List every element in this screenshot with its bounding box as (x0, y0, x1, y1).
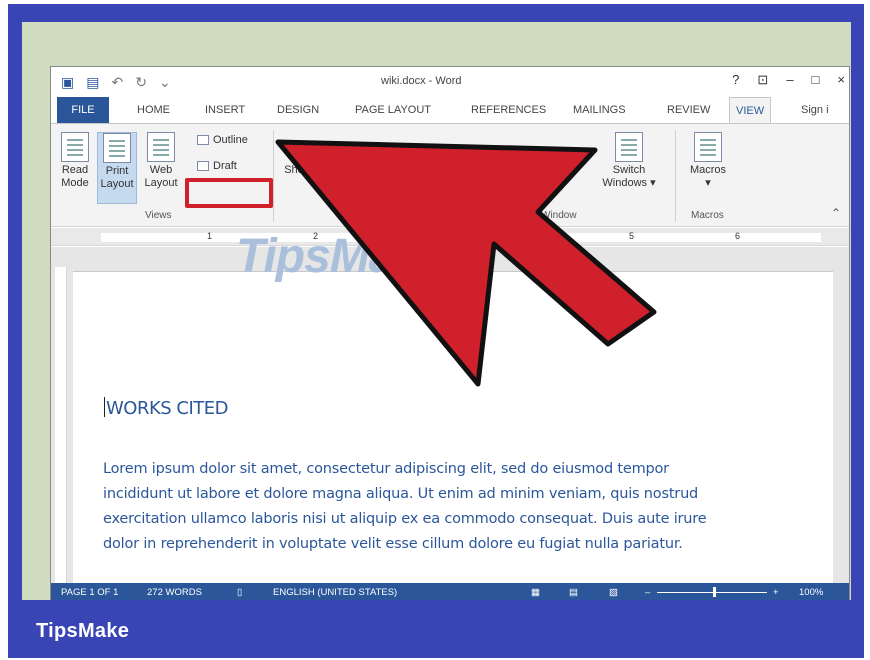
draft-label: Draft (213, 160, 237, 172)
brand-bar (8, 600, 864, 658)
read-mode-label-1: Read (61, 164, 89, 176)
zoom-level[interactable]: 100% (799, 587, 823, 598)
document-body[interactable]: Lorem ipsum dolor sit amet, consectetur … (103, 457, 793, 557)
watermark-domain: .com (552, 283, 581, 298)
tab-page-layout[interactable]: PAGE LAYOUT (349, 97, 437, 123)
outline-label: Outline (213, 134, 248, 146)
web-layout-view-icon[interactable]: ▧ (609, 587, 618, 598)
draft-icon (197, 161, 209, 171)
document-heading[interactable]: WORKS CITED (104, 397, 229, 419)
document-title: wiki.docx - Word (381, 75, 462, 87)
undo-icon[interactable]: ↶ (111, 74, 123, 90)
body-line: Lorem ipsum dolor sit amet, consectetur … (103, 461, 669, 477)
ribbon-display-button[interactable]: ⊡ (757, 72, 768, 88)
word-count[interactable]: 272 WORDS (147, 587, 202, 598)
web-layout-icon (147, 132, 175, 162)
group-divider (675, 130, 676, 222)
macros-dropdown-icon: ▾ (705, 177, 711, 189)
views-group-label: Views (145, 210, 172, 221)
frame-right (851, 4, 864, 604)
zoom-out-icon[interactable]: – (645, 587, 650, 598)
macros-button[interactable]: Macros ▾ (685, 132, 731, 190)
read-mode-icon (61, 132, 89, 162)
language-status[interactable]: ENGLISH (UNITED STATES) (273, 587, 397, 598)
print-layout-label-2: Layout (100, 178, 134, 190)
tab-mailings[interactable]: MAILINGS (567, 97, 632, 123)
macros-group-label: Macros (691, 210, 724, 221)
close-button[interactable]: × (837, 72, 845, 88)
redo-icon[interactable]: ↻ (135, 74, 147, 90)
switch-windows-button[interactable]: Switch Windows ▾ (601, 132, 657, 190)
ruler-number: 5 (629, 231, 635, 241)
body-line: dolor in reprehenderit in voluptate veli… (103, 536, 683, 552)
body-line: incididunt ut labore et dolore magna ali… (103, 486, 699, 502)
draft-button[interactable]: Draft (197, 160, 237, 172)
quick-access-toolbar: ▣ ▤ ↶ ↻ ⌄ (61, 74, 171, 90)
print-layout-label-1: Print (105, 165, 129, 177)
proofing-icon[interactable]: ▯ (237, 587, 242, 598)
customize-qat-icon[interactable]: ⌄ (159, 74, 171, 90)
tab-file[interactable]: FILE (57, 97, 109, 123)
read-mode-label-2: Mode (61, 177, 89, 189)
brand-logo: TipsMake (36, 620, 130, 642)
macros-label: Macros (689, 164, 727, 176)
web-layout-button[interactable]: Web Layout (141, 132, 181, 190)
sign-in-link[interactable]: Sign i (795, 97, 835, 123)
vertical-ruler[interactable] (55, 267, 67, 583)
ribbon-tabs: FILE HOME INSERT DESIGN PAGE LAYOUT REFE… (51, 97, 849, 123)
window-group-label: Window (541, 210, 577, 221)
zoom-in-icon[interactable]: + (773, 587, 779, 598)
frame-top (8, 4, 864, 22)
frame-left (8, 4, 22, 604)
save-icon[interactable]: ▤ (86, 74, 99, 90)
heading-text: WORKS CITED (106, 398, 229, 419)
text-cursor (104, 397, 105, 417)
outline-button[interactable]: Outline (197, 134, 248, 146)
print-layout-view-icon[interactable]: ▤ (569, 587, 578, 598)
zoom-slider-thumb[interactable] (713, 587, 716, 597)
outline-icon (197, 135, 209, 145)
tab-review[interactable]: REVIEW (661, 97, 716, 123)
word-logo-icon: ▣ (61, 74, 75, 90)
print-layout-button[interactable]: Print Layout (97, 132, 137, 204)
horizontal-ruler[interactable]: 1 2 5 6 (51, 228, 849, 246)
switch-windows-icon (615, 132, 643, 162)
page-count[interactable]: PAGE 1 OF 1 (61, 587, 118, 598)
show-label: Sho (284, 164, 304, 176)
tab-insert[interactable]: INSERT (199, 97, 251, 123)
ruler-number: 6 (735, 231, 741, 241)
read-mode-button[interactable]: Read Mode (57, 132, 93, 190)
switch-windows-label-1: Switch (612, 164, 646, 176)
body-line: exercitation ullamco laboris nisi ut ali… (103, 511, 707, 527)
macros-icon (694, 132, 722, 162)
ribbon-view: Read Mode Print Layout Web Layout Outlin… (51, 123, 849, 227)
web-layout-label-2: Layout (144, 177, 178, 189)
group-divider (273, 130, 274, 222)
web-layout-label-1: Web (149, 164, 173, 176)
switch-windows-label-2: Windows ▾ (602, 177, 656, 189)
read-mode-view-icon[interactable]: ▦ (531, 587, 540, 598)
print-layout-icon (103, 133, 131, 163)
watermark-logo: TipsMake (236, 230, 447, 283)
help-button[interactable]: ? (732, 72, 739, 88)
tab-home[interactable]: HOME (131, 97, 176, 123)
maximize-button[interactable]: □ (812, 72, 820, 88)
zoom-slider[interactable] (657, 592, 767, 593)
tab-design[interactable]: DESIGN (271, 97, 325, 123)
tab-references[interactable]: REFERENCES (465, 97, 552, 123)
show-button[interactable]: Sho (279, 164, 309, 177)
ruler-number: 1 (207, 231, 213, 241)
title-bar: ▣ ▤ ↶ ↻ ⌄ wiki.docx - Word ? ⊡ – □ × (51, 67, 849, 97)
outline-highlight-box (185, 178, 273, 208)
tab-view[interactable]: VIEW (729, 97, 772, 123)
collapse-ribbon-icon[interactable]: ⌃ (831, 206, 841, 220)
window-controls: ? ⊡ – □ × (732, 72, 845, 88)
minimize-button[interactable]: – (786, 72, 793, 88)
